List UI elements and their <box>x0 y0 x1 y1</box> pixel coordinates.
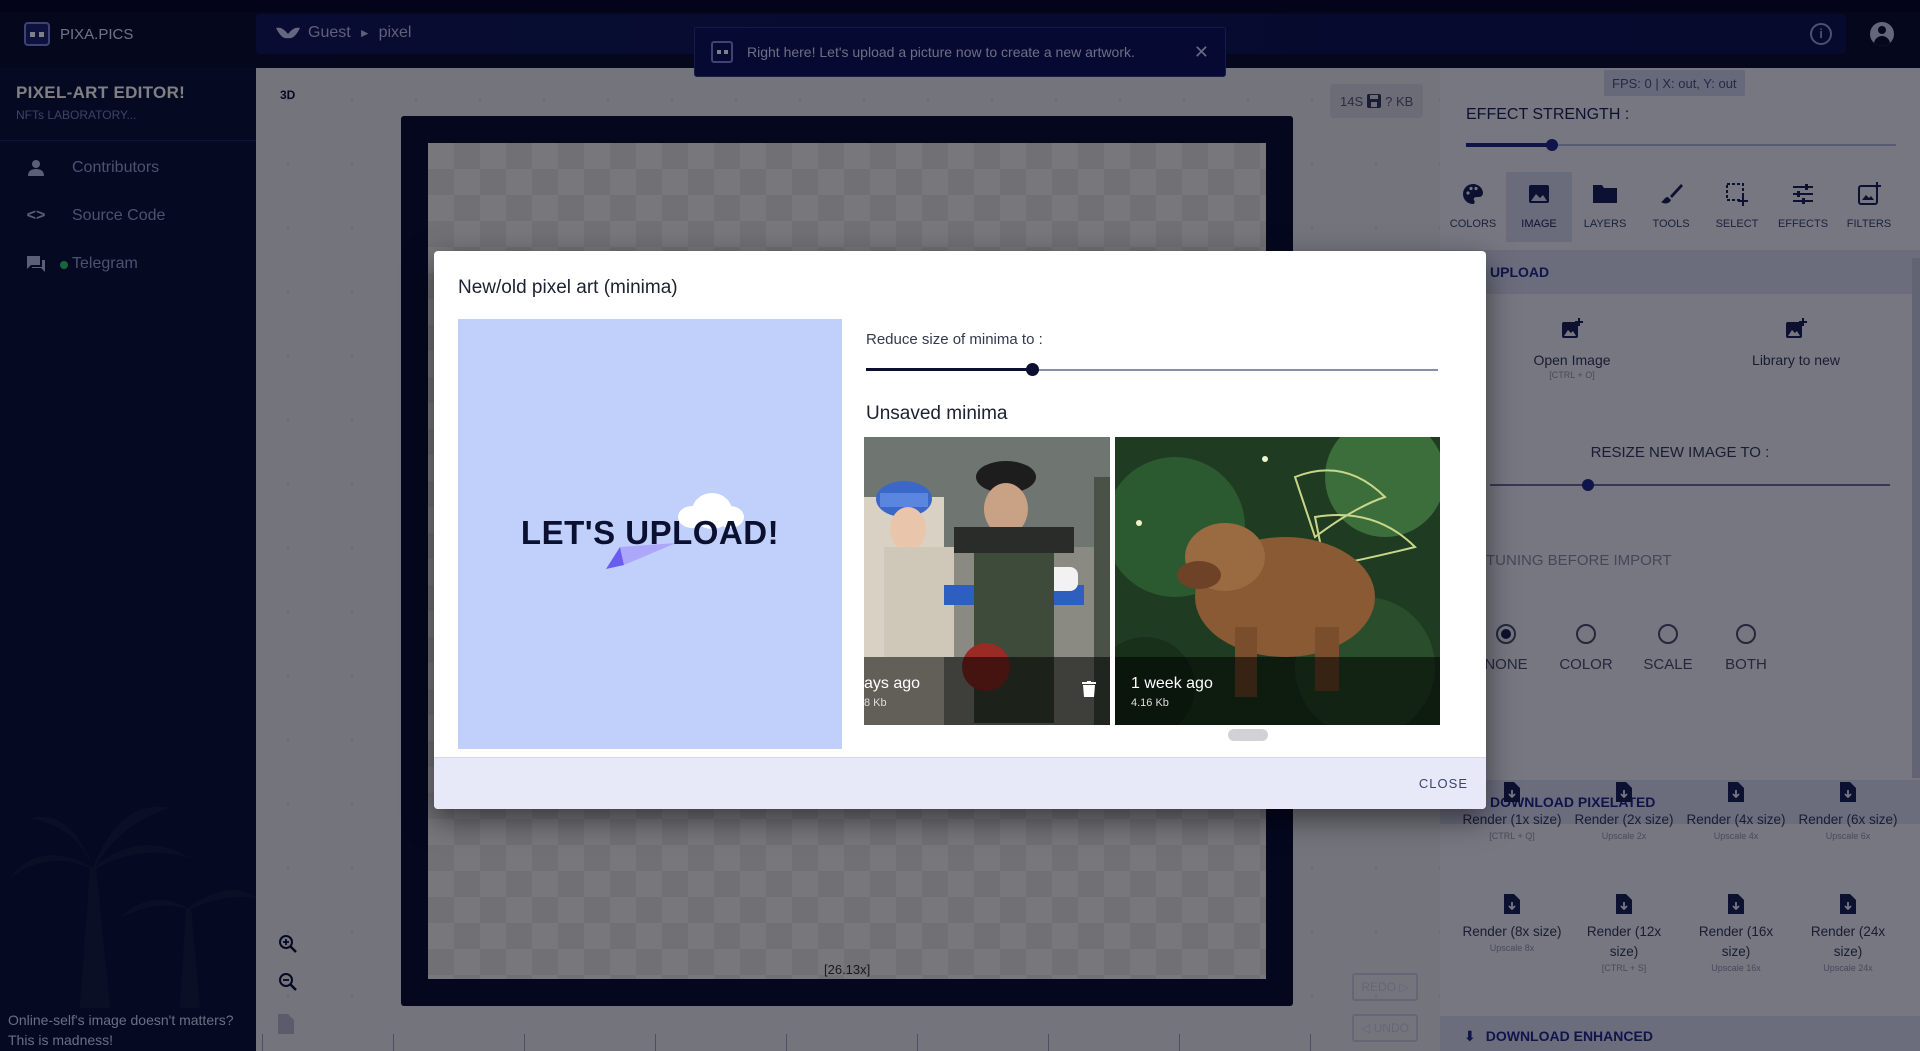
dialog-footer: CLOSE <box>434 757 1486 809</box>
trash-icon[interactable] <box>1082 681 1096 701</box>
minima-item[interactable]: 1 week ago 4.16 Kb <box>1115 437 1440 725</box>
upload-prompt-text: LET'S UPLOAD! <box>520 514 780 551</box>
minima-list[interactable]: ays ago 8 Kb 1 week ago 4.16 Kb <box>864 437 1440 727</box>
upload-dropzone[interactable]: LET'S UPLOAD! <box>458 319 842 749</box>
minima-dialog: New/old pixel art (minima) LET'S UPLOAD!… <box>434 251 1486 809</box>
minima-size: 8 Kb <box>864 697 887 709</box>
dialog-title: New/old pixel art (minima) <box>458 277 678 298</box>
reduce-size-slider[interactable] <box>866 363 1438 376</box>
minima-scrollbar[interactable] <box>1228 729 1268 741</box>
reduce-size-fill <box>866 368 1032 371</box>
minima-size: 4.16 Kb <box>1131 697 1169 709</box>
minima-time: 1 week ago <box>1131 675 1213 692</box>
reduce-size-label: Reduce size of minima to : <box>866 331 1043 348</box>
close-button[interactable]: CLOSE <box>1419 776 1468 791</box>
minima-caption: 1 week ago 4.16 Kb <box>1115 657 1440 725</box>
minima-time: ays ago <box>864 675 921 692</box>
minima-caption: ays ago 8 Kb <box>864 657 1110 725</box>
reduce-size-thumb[interactable] <box>1025 363 1039 376</box>
minima-item[interactable]: ays ago 8 Kb <box>864 437 1110 725</box>
unsaved-minima-heading: Unsaved minima <box>866 403 1008 424</box>
